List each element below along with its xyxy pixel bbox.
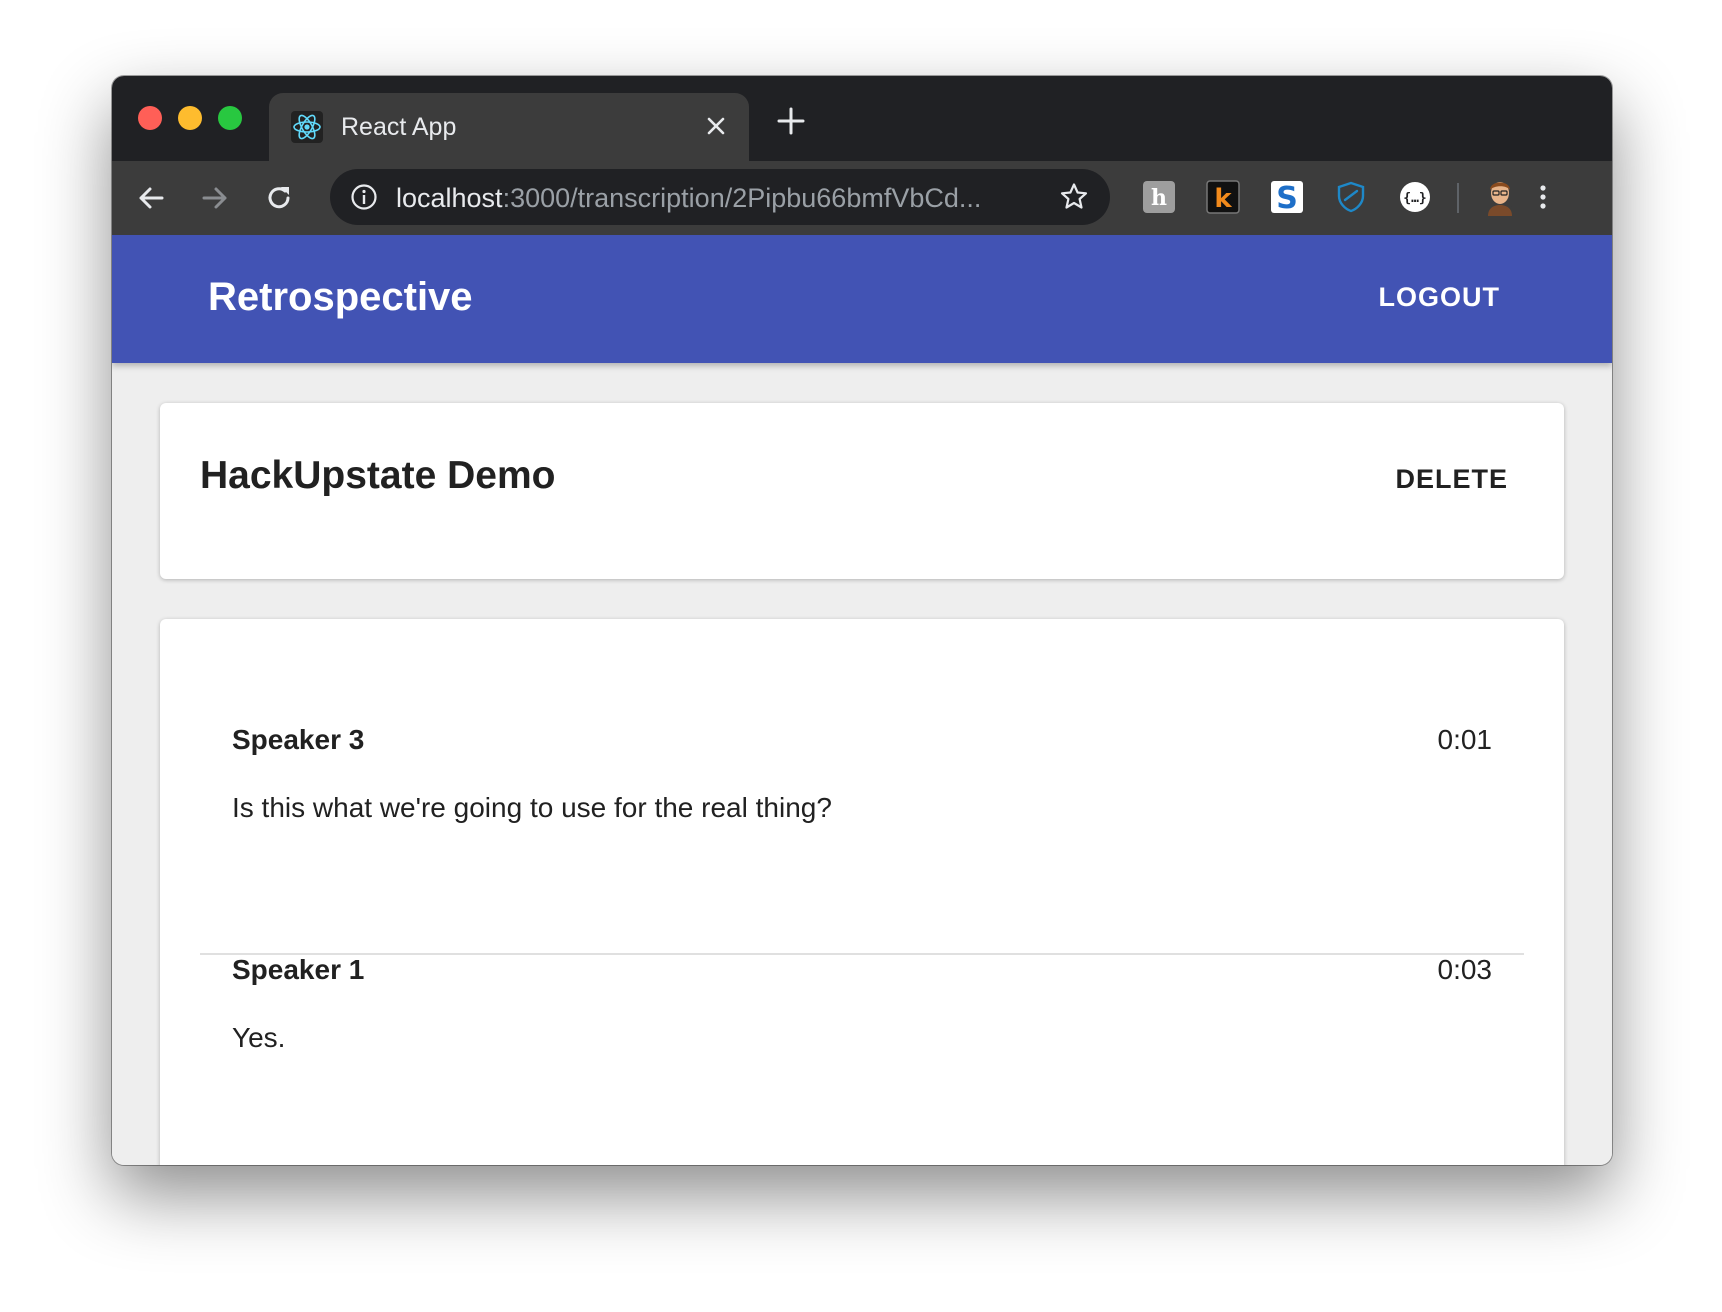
forward-arrow-icon[interactable] bbox=[198, 181, 232, 215]
url-path: :3000/transcription/2Pipbu66bmfVbCd... bbox=[502, 183, 982, 213]
back-arrow-icon[interactable] bbox=[134, 181, 168, 215]
reload-icon[interactable] bbox=[262, 181, 296, 215]
hypothesis-extension-icon[interactable]: h bbox=[1142, 180, 1176, 214]
transcript-entry: Speaker 1 0:03 Yes. bbox=[200, 953, 1524, 1165]
profile-avatar-icon[interactable] bbox=[1482, 176, 1518, 216]
new-tab-icon[interactable] bbox=[774, 104, 808, 138]
tab-react-app[interactable]: React App bbox=[269, 93, 749, 161]
utterance-text: Yes. bbox=[232, 1022, 286, 1053]
react-logo-icon bbox=[291, 111, 323, 143]
info-icon[interactable] bbox=[350, 183, 378, 211]
transcription-title: HackUpstate Demo bbox=[200, 454, 556, 497]
url-text[interactable]: localhost:3000/transcription/2Pipbu66bmf… bbox=[396, 183, 981, 213]
speaker-label: Speaker 3 bbox=[232, 724, 365, 755]
svg-text:S: S bbox=[1276, 181, 1298, 214]
tab-strip: React App bbox=[112, 76, 1612, 161]
delete-button[interactable]: DELETE bbox=[1395, 463, 1508, 495]
transcription-header-card: HackUpstate Demo DELETE bbox=[160, 403, 1564, 579]
svg-text:h: h bbox=[1151, 185, 1167, 211]
json-extension-icon[interactable]: {…} bbox=[1398, 180, 1432, 214]
svg-text:k: k bbox=[1214, 184, 1232, 214]
bookmark-star-icon[interactable] bbox=[1058, 181, 1090, 213]
tab-title: React App bbox=[341, 113, 457, 141]
timestamp[interactable]: 0:03 bbox=[1438, 953, 1493, 987]
transcript-entry: Speaker 3 0:01 Is this what we're going … bbox=[200, 723, 1524, 955]
shield-extension-icon[interactable] bbox=[1334, 180, 1368, 214]
toolbar-separator bbox=[1457, 183, 1459, 213]
logout-button[interactable]: LOGOUT bbox=[1379, 281, 1501, 313]
close-window-button[interactable] bbox=[138, 106, 162, 130]
browser-toolbar: localhost:3000/transcription/2Pipbu66bmf… bbox=[112, 161, 1612, 235]
app-bar: Retrospective LOGOUT bbox=[112, 235, 1612, 363]
url-host: localhost bbox=[396, 183, 503, 213]
transcript-card: Speaker 3 0:01 Is this what we're going … bbox=[160, 619, 1564, 1165]
svg-text:{…}: {…} bbox=[1403, 191, 1426, 206]
close-tab-icon[interactable] bbox=[701, 111, 731, 141]
browser-window: React App localhost:3000/transcription/2… bbox=[112, 76, 1612, 1165]
minimize-window-button[interactable] bbox=[178, 106, 202, 130]
app-title: Retrospective bbox=[208, 275, 473, 319]
timestamp[interactable]: 0:01 bbox=[1438, 723, 1493, 757]
speaker-label: Speaker 1 bbox=[232, 954, 365, 985]
k-extension-icon[interactable]: k bbox=[1206, 180, 1240, 214]
address-bar[interactable]: localhost:3000/transcription/2Pipbu66bmf… bbox=[330, 169, 1110, 225]
page-content: Retrospective LOGOUT HackUpstate Demo DE… bbox=[112, 235, 1612, 1165]
utterance-text: Is this what we're going to use for the … bbox=[232, 792, 832, 823]
s-extension-icon[interactable]: S bbox=[1270, 180, 1304, 214]
more-menu-icon[interactable] bbox=[1526, 180, 1560, 214]
maximize-window-button[interactable] bbox=[218, 106, 242, 130]
